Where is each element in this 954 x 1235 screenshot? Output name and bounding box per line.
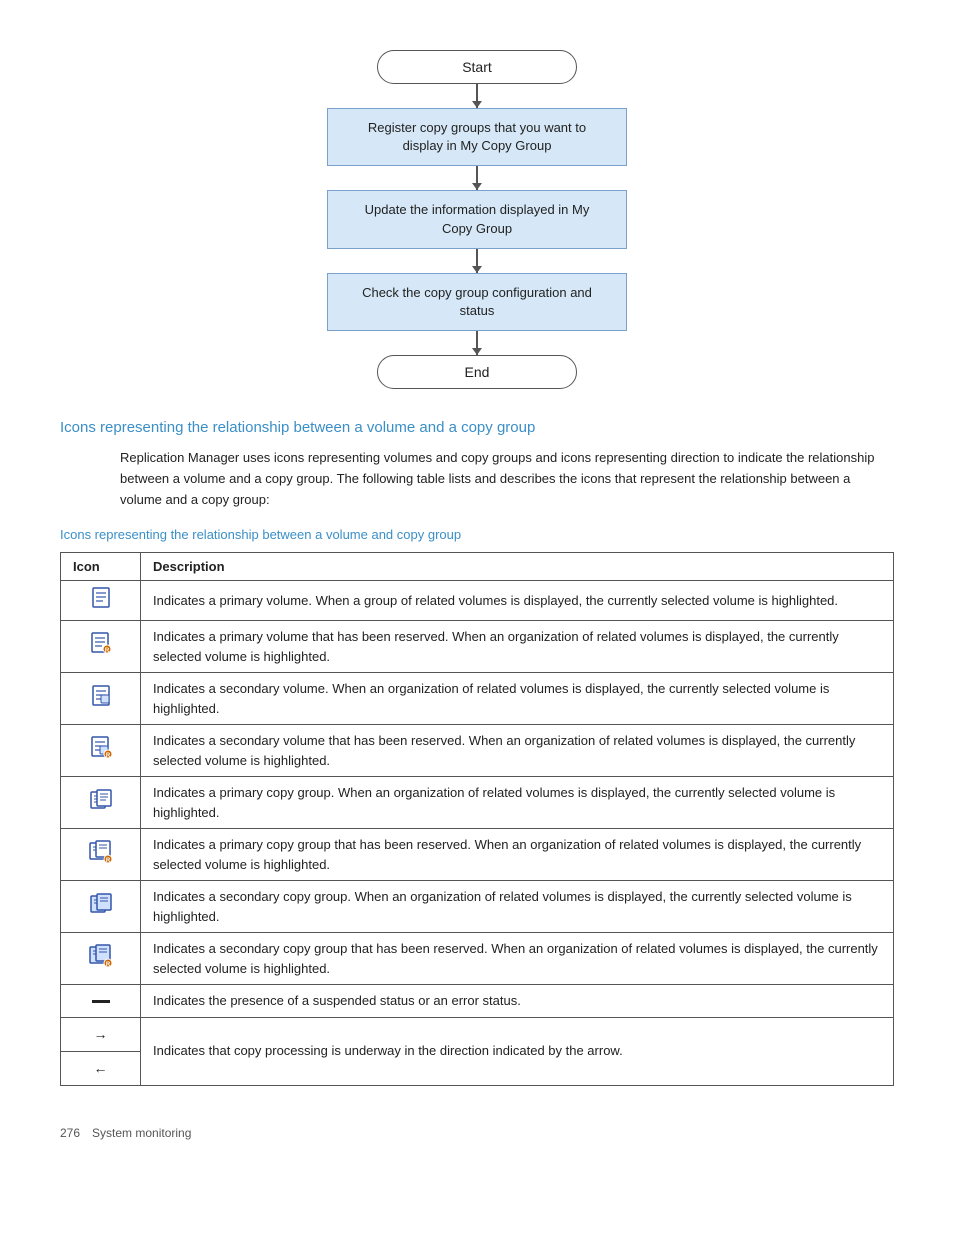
flow-box-3: Check the copy group configuration and s…: [327, 273, 627, 331]
arrow-right-icon: →: [94, 1024, 108, 1045]
table-cell-description: Indicates a secondary copy group. When a…: [141, 881, 894, 933]
flow-end: End: [377, 355, 577, 389]
primary-copy-group-icon: [90, 789, 112, 811]
svg-text:R: R: [105, 753, 110, 759]
table-row: R Indicates a secondary copy group that …: [61, 933, 894, 985]
table-row: Indicates a primary volume. When a group…: [61, 580, 894, 621]
flow-box-2: Update the information displayed in My C…: [327, 190, 627, 248]
dash-icon: [92, 1000, 110, 1003]
flow-start: Start: [377, 50, 577, 84]
table-cell-icon: R: [61, 621, 141, 673]
secondary-volume-icon: [91, 685, 111, 707]
primary-volume-reserved-icon: R: [90, 632, 112, 656]
flow-box-1: Register copy groups that you want to di…: [327, 108, 627, 166]
table-cell-description: Indicates a secondary volume that has be…: [141, 725, 894, 777]
table-cell-description: Indicates a primary volume. When a group…: [141, 580, 894, 621]
flow-arrow-4: [476, 331, 478, 355]
table-header-row: Icon Description: [61, 552, 894, 580]
table-cell-icon: R: [61, 829, 141, 881]
table-cell-description: Indicates a primary volume that has been…: [141, 621, 894, 673]
table-cell-icon: R: [61, 725, 141, 777]
table-row: R Indicates a primary copy group that ha…: [61, 829, 894, 881]
table-row: →Indicates that copy processing is under…: [61, 1017, 894, 1051]
table-cell-description: Indicates that copy processing is underw…: [141, 1017, 894, 1085]
footer-page-number: 276: [60, 1126, 80, 1140]
primary-volume-icon: [91, 587, 111, 609]
table-row: Indicates a primary copy group. When an …: [61, 777, 894, 829]
flow-arrow-1: [476, 84, 478, 108]
sub-heading: Icons representing the relationship betw…: [60, 527, 894, 542]
table-cell-description: Indicates a primary copy group that has …: [141, 829, 894, 881]
table-cell-icon: ←: [61, 1051, 141, 1085]
body-text: Replication Manager uses icons represent…: [120, 448, 894, 510]
table-cell-icon: [61, 673, 141, 725]
flowchart: Start Register copy groups that you want…: [307, 50, 647, 389]
table-row: Indicates the presence of a suspended st…: [61, 985, 894, 1018]
table-cell-icon: [61, 985, 141, 1018]
table-cell-icon: [61, 777, 141, 829]
footer: 276 System monitoring: [60, 1126, 894, 1140]
table-row: Indicates a secondary copy group. When a…: [61, 881, 894, 933]
flow-arrow-2: [476, 166, 478, 190]
table-row: R Indicates a primary volume that has be…: [61, 621, 894, 673]
table-cell-icon: R: [61, 933, 141, 985]
svg-text:R: R: [105, 858, 110, 864]
svg-text:R: R: [104, 648, 109, 654]
table-cell-icon: [61, 580, 141, 621]
table-cell-icon: [61, 881, 141, 933]
table-row: R Indicates a secondary volume that has …: [61, 725, 894, 777]
secondary-copy-group-icon: [90, 893, 112, 915]
col-description: Description: [141, 552, 894, 580]
arrow-left-icon: ←: [94, 1058, 108, 1079]
table-cell-description: Indicates a secondary copy group that ha…: [141, 933, 894, 985]
table-cell-icon: →: [61, 1017, 141, 1051]
table-cell-description: Indicates a secondary volume. When an or…: [141, 673, 894, 725]
svg-text:R: R: [105, 962, 110, 968]
secondary-volume-reserved-icon: R: [90, 736, 112, 760]
table-cell-description: Indicates the presence of a suspended st…: [141, 985, 894, 1018]
footer-label: System monitoring: [92, 1126, 191, 1140]
table-row: Indicates a secondary volume. When an or…: [61, 673, 894, 725]
primary-copy-group-reserved-icon: R: [89, 840, 113, 864]
col-icon: Icon: [61, 552, 141, 580]
section-heading: Icons representing the relationship betw…: [60, 419, 894, 436]
icon-table: Icon Description Indicates a primary vol…: [60, 552, 894, 1086]
secondary-copy-group-reserved-icon: R: [89, 944, 113, 968]
table-cell-description: Indicates a primary copy group. When an …: [141, 777, 894, 829]
flow-arrow-3: [476, 249, 478, 273]
